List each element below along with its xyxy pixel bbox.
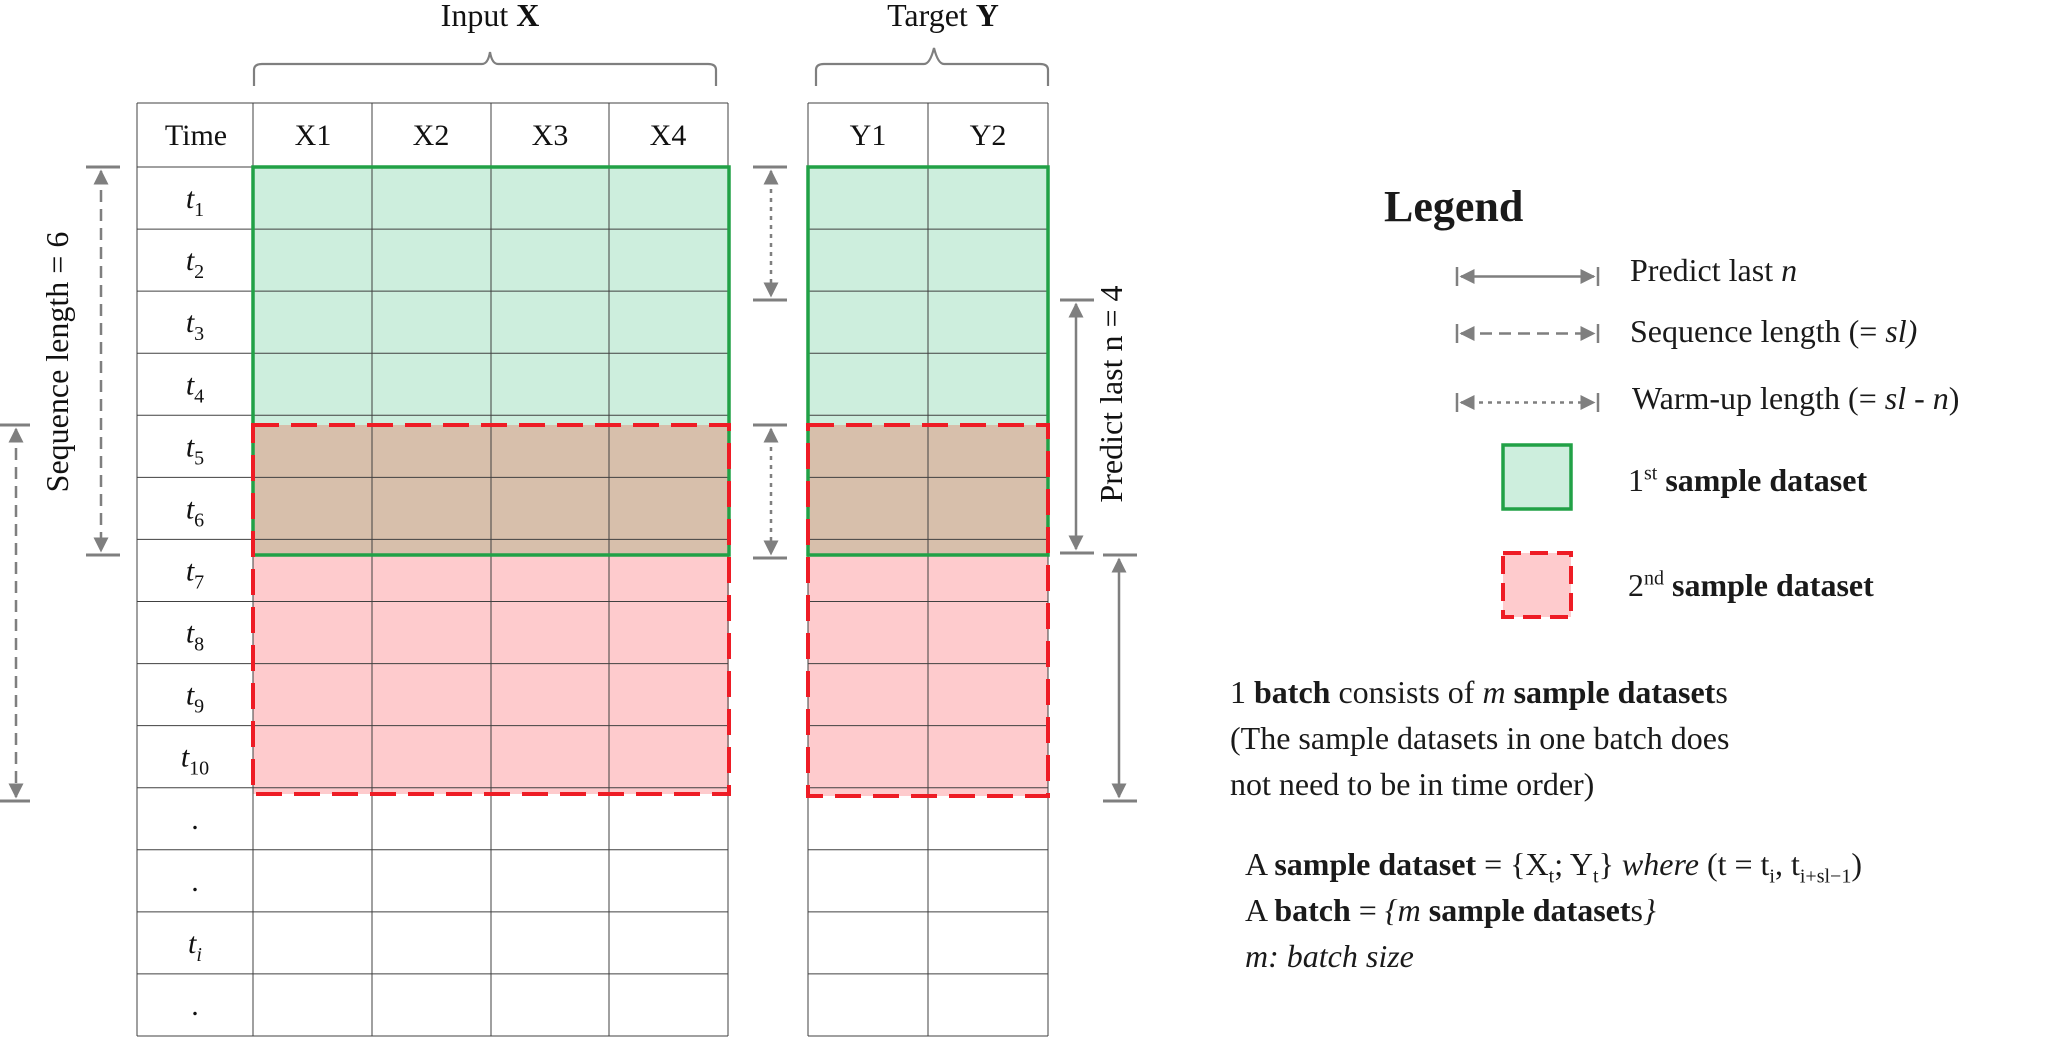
- time-label: .: [191, 803, 199, 836]
- legend-predict-text: Predict last n: [1630, 252, 1797, 289]
- legend-warmup-label: Warm-up length (=: [1632, 380, 1885, 416]
- warmup-second-arrow: [753, 423, 787, 560]
- legend-first-sup: st: [1644, 462, 1658, 485]
- legend-first-sample-text: 1st sample dataset: [1628, 462, 1867, 499]
- time-label: t9: [186, 679, 204, 718]
- sequence-length-first-arrow: [86, 165, 120, 557]
- time-label: t3: [186, 306, 204, 345]
- legend-warmup-text: Warm-up length (= sl - n): [1632, 380, 1959, 417]
- header-y1: Y1: [850, 119, 887, 152]
- sample-dataset-definition: A sample dataset = {Xt; Yt} where (t = t…: [1245, 846, 1862, 888]
- target-y-label: Target Y: [887, 0, 999, 33]
- time-label: ti: [188, 927, 202, 966]
- input-table-header: Time X1 X2 X3 X4: [165, 119, 686, 152]
- legend-predict-label: Predict last: [1630, 252, 1782, 288]
- legend-predict-symbol: [1455, 267, 1600, 286]
- time-label: t2: [186, 244, 204, 283]
- legend-second-sample-text: 2nd sample dataset: [1628, 567, 1874, 604]
- legend-second-bold: sample dataset: [1664, 567, 1874, 603]
- time-label: t4: [186, 368, 204, 407]
- legend-warmup-expr: sl - n: [1884, 380, 1949, 416]
- predict-last-label: Predict last n = 4: [1093, 285, 1129, 502]
- time-label: .: [191, 865, 199, 898]
- legend-predict-n: n: [1781, 252, 1798, 288]
- time-label: t6: [186, 492, 204, 531]
- batch-definition: A batch = {m sample datasets}: [1245, 892, 1656, 928]
- legend-sequence-text: Sequence length (= sl): [1630, 313, 1917, 350]
- batch-size-definition: m: batch size: [1245, 938, 1414, 974]
- header-x1: X1: [295, 119, 332, 152]
- legend-second-sup: nd: [1644, 567, 1664, 590]
- sequence-length-label: Sequence length = 6: [39, 232, 75, 493]
- header-x2: X2: [413, 119, 450, 152]
- legend-second-sample-swatch: [1501, 551, 1573, 619]
- sequence-length-second-arrow: [0, 423, 30, 803]
- header-x4: X4: [650, 119, 687, 152]
- header-x3: X3: [532, 119, 569, 152]
- legend-first-sample-swatch: [1501, 443, 1573, 511]
- time-label: t8: [186, 617, 204, 656]
- input-x-label: Input X: [441, 0, 540, 33]
- header-time: Time: [165, 119, 227, 152]
- time-label: t1: [186, 182, 204, 221]
- target-y-brace: [814, 47, 1050, 86]
- header-y2: Y2: [970, 119, 1007, 152]
- time-label: t5: [186, 430, 204, 469]
- legend-warmup-symbol: [1455, 393, 1600, 412]
- batch-note-line2: (The sample datasets in one batch does: [1230, 720, 1730, 756]
- time-label: t10: [181, 741, 209, 780]
- legend-sequence-label: Sequence length (=: [1630, 313, 1886, 349]
- legend-sequence-symbol: [1455, 324, 1600, 343]
- legend-first-bold: sample dataset: [1657, 462, 1868, 498]
- predict-last-first-arrow: [1060, 298, 1094, 555]
- input-x-brace: [252, 51, 718, 86]
- legend-title: Legend: [1384, 182, 1524, 231]
- time-label: .: [191, 989, 199, 1022]
- predict-last-second-arrow: [1103, 553, 1137, 803]
- time-label: t7: [186, 554, 204, 593]
- legend-warmup-close: ): [1948, 380, 1960, 416]
- legend-sequence-sl: sl): [1885, 313, 1918, 349]
- batch-note-line1: 1 batch consists of m sample datasets: [1230, 674, 1728, 710]
- legend-second-num: 2: [1628, 567, 1644, 603]
- batch-note-line3: not need to be in time order): [1230, 766, 1595, 802]
- warmup-first-arrow: [753, 165, 787, 302]
- legend-first-num: 1: [1628, 462, 1644, 498]
